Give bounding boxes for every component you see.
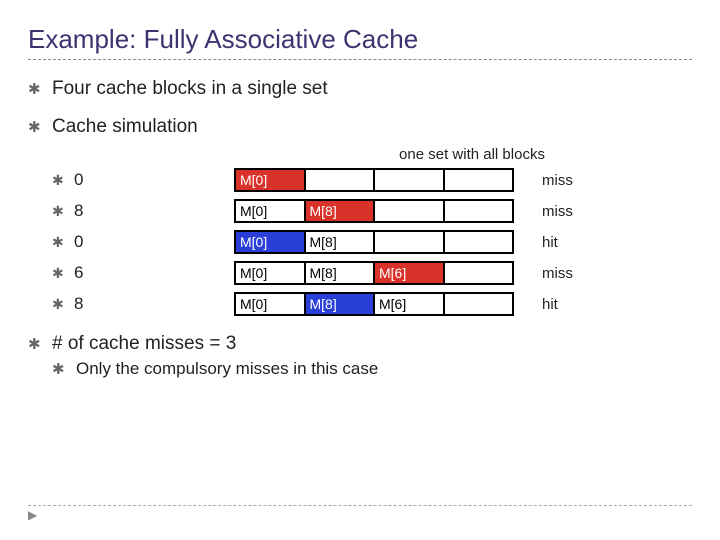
cache-block [375, 232, 445, 252]
title-underline [28, 59, 692, 60]
cache-block: M[8] [306, 263, 376, 283]
cache-block: M[8] [306, 232, 376, 252]
cache-block: M[0] [236, 232, 306, 252]
cache-block: M[0] [236, 294, 306, 314]
sub-bullet-text: Only the compulsory misses in this case [76, 359, 378, 379]
sim-row: ✱ 8M[0]M[8]M[6] hit [52, 291, 692, 317]
cache-block [445, 232, 513, 252]
cache-block [375, 201, 445, 221]
bullet-icon: ✱ [52, 296, 66, 313]
cache-set: M[0]M[8] [234, 230, 514, 254]
bullet-icon: ✱ [52, 234, 66, 251]
bullet-cache-sim: ✱ Cache simulation [28, 116, 692, 138]
bullet-icon: ✱ [52, 265, 66, 282]
bullet-text: # of cache misses = 3 [52, 333, 236, 355]
cache-block [445, 294, 513, 314]
bullet-icon: ✱ [52, 360, 66, 378]
result-label: miss [542, 203, 592, 220]
sim-row: ✱ 8M[0]M[8] miss [52, 198, 692, 224]
access-address: 6 [74, 263, 234, 283]
bullet-icon: ✱ [28, 118, 42, 136]
result-label: miss [542, 172, 592, 189]
bullet-icon: ✱ [28, 335, 42, 353]
footer-divider [28, 505, 692, 506]
cache-block: M[8] [306, 201, 376, 221]
bullet-four-blocks: ✱ Four cache blocks in a single set [28, 78, 692, 100]
cache-block [445, 201, 513, 221]
result-label: miss [542, 265, 592, 282]
slide-title: Example: Fully Associative Cache [28, 24, 692, 55]
cache-block: M[0] [236, 201, 306, 221]
cache-set: M[0] [234, 168, 514, 192]
cache-set: M[0]M[8]M[6] [234, 261, 514, 285]
bullet-text: Four cache blocks in a single set [52, 78, 328, 100]
cache-block: M[0] [236, 263, 306, 283]
bullet-icon: ✱ [52, 172, 66, 189]
bullet-misses: ✱ # of cache misses = 3 [28, 333, 692, 355]
bullet-text: Cache simulation [52, 116, 198, 138]
access-address: 8 [74, 201, 234, 221]
cache-block: M[6] [375, 263, 445, 283]
result-label: hit [542, 234, 592, 251]
cache-block: M[6] [375, 294, 445, 314]
cache-set: M[0]M[8]M[6] [234, 292, 514, 316]
simulation-block: one set with all blocks ✱0M[0]miss✱8M[0]… [52, 146, 692, 317]
access-address: 0 [74, 170, 234, 190]
cache-block [445, 170, 513, 190]
access-address: 8 [74, 294, 234, 314]
cache-block [445, 263, 513, 283]
cache-block: M[0] [236, 170, 306, 190]
bullet-icon: ✱ [28, 80, 42, 98]
set-caption: one set with all blocks [252, 146, 692, 163]
cache-block [375, 170, 445, 190]
sim-row: ✱ 0M[0]M[8] hit [52, 229, 692, 255]
sim-row: ✱ 6M[0]M[8]M[6] miss [52, 260, 692, 286]
footer-marker-icon: ▶ [28, 508, 37, 522]
sim-row: ✱ 0M[0] miss [52, 167, 692, 193]
bullet-icon: ✱ [52, 203, 66, 220]
cache-set: M[0]M[8] [234, 199, 514, 223]
result-label: hit [542, 296, 592, 313]
cache-block [306, 170, 376, 190]
cache-block: M[8] [306, 294, 376, 314]
access-address: 0 [74, 232, 234, 252]
sub-bullet-compulsory: ✱ Only the compulsory misses in this cas… [52, 359, 692, 379]
